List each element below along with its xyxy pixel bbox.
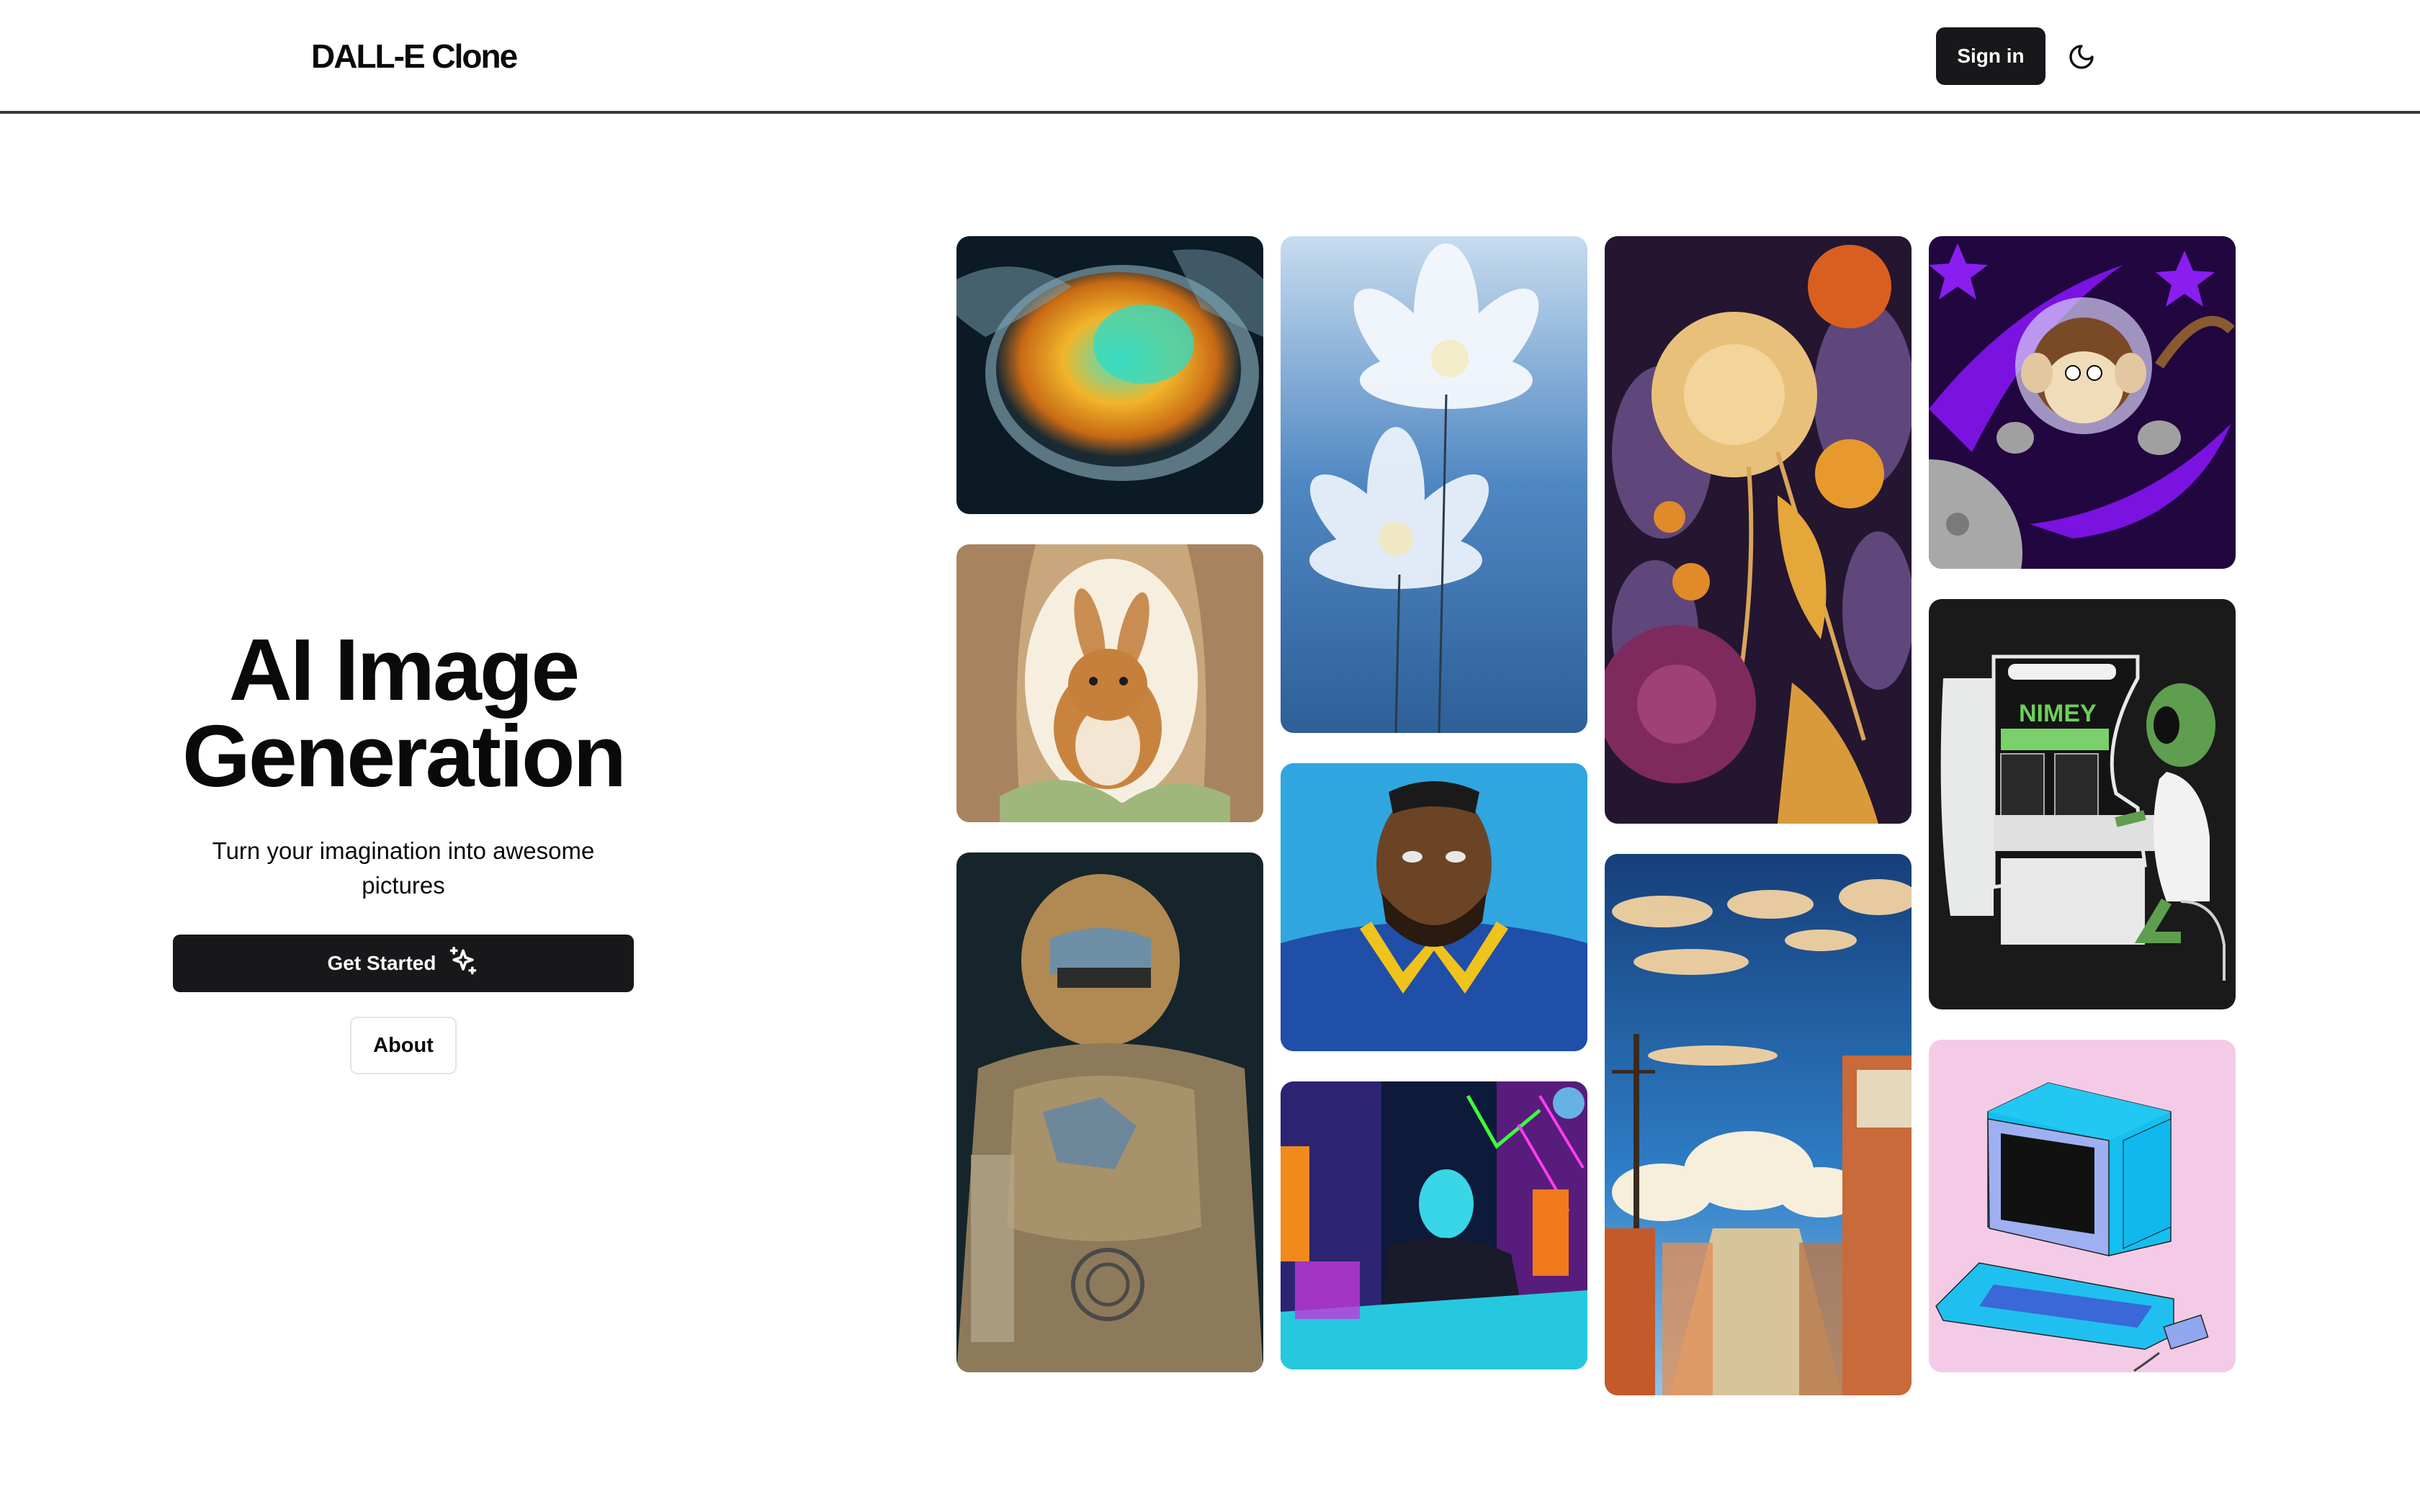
gallery-image-alien-arcade[interactable]: NIMEY [1929, 599, 2236, 1009]
theme-toggle-button[interactable] [2061, 37, 2102, 78]
moon-icon [2067, 42, 2096, 73]
svg-text:NIMEY: NIMEY [2019, 700, 2097, 727]
gallery-column-4: NIMEY [1929, 236, 2236, 1372]
brand-logo[interactable]: DALL-E Clone [311, 35, 518, 78]
hero-title-line2: Generation [182, 707, 627, 805]
gallery-column-3 [1605, 236, 1912, 1395]
gallery-image-white-flowers[interactable] [1281, 236, 1587, 733]
get-started-button[interactable]: Get Started [173, 935, 634, 992]
gallery-image-neon-gamer[interactable] [1281, 1081, 1587, 1369]
gallery-column-1 [956, 236, 1263, 1372]
gallery-image-anime-street[interactable] [1605, 854, 1912, 1395]
top-nav: DALL-E Clone Sign in [0, 0, 2420, 114]
gallery-image-bunny[interactable] [956, 544, 1263, 822]
gallery-image-robot[interactable] [956, 852, 1263, 1372]
sparkles-icon [447, 945, 479, 982]
hero-section: AI Image Generation Turn your imaginatio… [173, 626, 634, 1074]
image-gallery: NIMEY [956, 236, 2236, 1395]
gallery-image-retro-computer[interactable] [1929, 1040, 2236, 1372]
hero-title-line1: AI Image [228, 621, 580, 719]
gallery-image-chrysanthemums[interactable] [1605, 236, 1912, 824]
sign-in-button[interactable]: Sign in [1936, 27, 2045, 85]
gallery-image-football-player[interactable] [1281, 763, 1587, 1051]
hero-subtitle: Turn your imagination into awesome pictu… [212, 837, 595, 899]
get-started-label: Get Started [327, 952, 436, 974]
about-button[interactable]: About [350, 1017, 457, 1074]
gallery-image-soup-bowl[interactable] [956, 236, 1263, 514]
gallery-image-space-monkey[interactable] [1929, 236, 2236, 569]
hero-title: AI Image Generation [182, 626, 627, 800]
gallery-column-2 [1281, 236, 1587, 1369]
